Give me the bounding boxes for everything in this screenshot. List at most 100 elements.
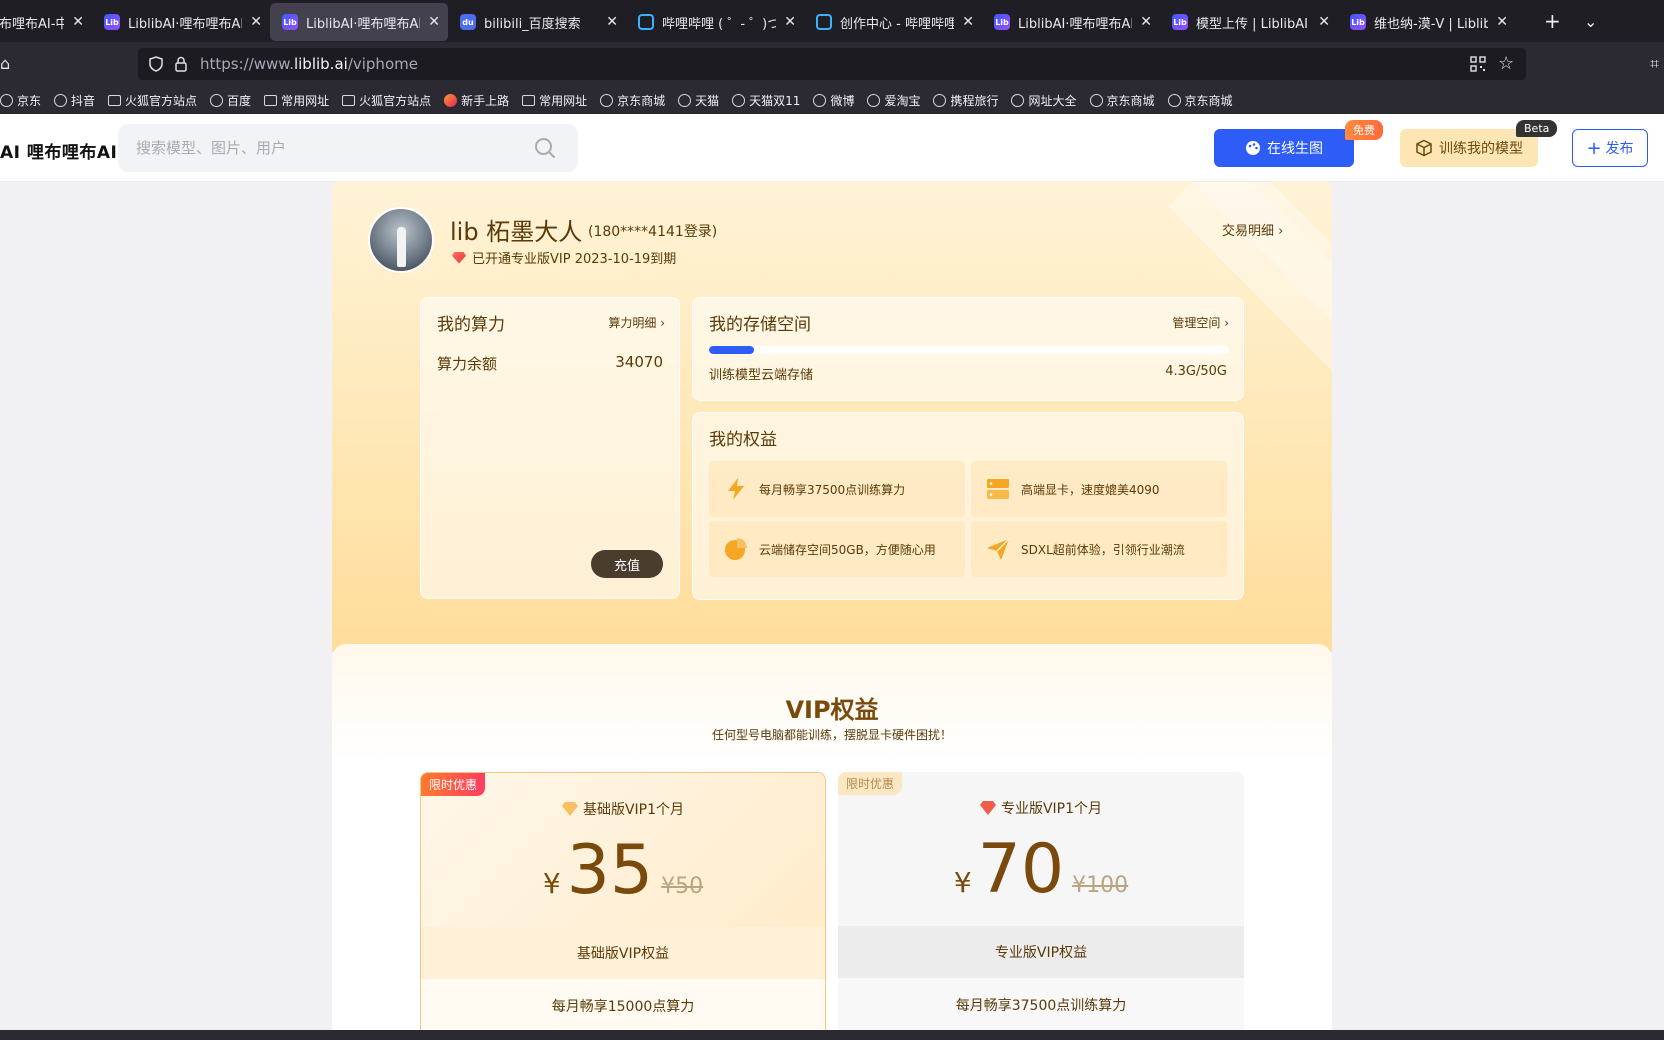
folder-icon	[264, 94, 278, 106]
storage-title: 我的存储空间	[709, 315, 811, 335]
publish-button[interactable]: + 发布	[1572, 129, 1648, 167]
search-box[interactable]	[118, 124, 578, 172]
bookmark-folder[interactable]: 常用网址	[522, 92, 587, 109]
browser-tab-active[interactable]: Lib LiblibAI·哩布哩布AI - 中 ✕	[270, 3, 448, 41]
recharge-button[interactable]: 充值	[591, 550, 663, 578]
tab-close-icon[interactable]: ✕	[250, 14, 262, 30]
avatar[interactable]	[368, 207, 434, 273]
lock-icon[interactable]	[174, 56, 188, 72]
bookmark-item[interactable]: 微博	[813, 92, 854, 109]
tab-title: LiblibAI·哩布哩布AI - 中	[306, 16, 420, 32]
browser-tab[interactable]: 创作中心 - 哔哩哔哩弹 ✕	[804, 3, 982, 41]
site-logo[interactable]: AI 哩布哩布AI	[0, 138, 117, 163]
plan-benefit-row: 每月畅享15000点算力	[421, 979, 825, 1033]
tab-list-button[interactable]: ⌄	[1584, 0, 1597, 42]
bookmark-star-icon[interactable]: ☆	[1498, 53, 1514, 74]
bookmark-item[interactable]: 京东	[0, 92, 41, 109]
globe-icon	[678, 93, 692, 107]
paper-plane-icon	[987, 538, 1010, 560]
plan-benefit-row: 每月畅享37500点训练算力	[838, 978, 1244, 1032]
bilibili-favicon-icon	[816, 14, 832, 30]
tab-close-icon[interactable]: ✕	[606, 14, 618, 30]
bookmark-folder[interactable]: 火狐官方站点	[108, 92, 197, 109]
globe-icon	[813, 93, 827, 107]
currency-symbol: ¥	[953, 866, 972, 899]
tab-close-icon[interactable]: ✕	[72, 14, 84, 30]
limited-offer-tag: 限时优惠	[838, 772, 903, 795]
plan-name: 基础版VIP1个月	[421, 799, 825, 819]
browser-tab-strip: 哩布哩布AI-中 ✕ Lib LiblibAI·哩布哩布AI - 中 ✕ Lib…	[0, 0, 1664, 42]
compute-details-link[interactable]: 算力明细 ›	[608, 314, 665, 331]
search-input[interactable]	[136, 137, 516, 159]
tab-title: 哩布哩布AI-中	[0, 16, 64, 32]
bookmark-item[interactable]: 抖音	[54, 92, 95, 109]
browser-tab[interactable]: Lib 维也纳-漠-V | LiblibAI ✕	[1338, 3, 1516, 41]
new-tab-button[interactable]: +	[1544, 0, 1561, 42]
url-text[interactable]: https://www.liblib.ai/viphome	[200, 55, 418, 73]
plan-card-pro[interactable]: 限时优惠 专业版VIP1个月 ¥ 70 ¥100 专业版VIP权益 每月畅享37…	[838, 772, 1244, 1040]
bookmark-item[interactable]: 携程旅行	[933, 92, 998, 109]
original-price: ¥50	[661, 874, 704, 899]
bookmark-item[interactable]: 网址大全	[1011, 92, 1077, 109]
diamond-icon	[979, 801, 996, 815]
chevron-right-icon: ›	[660, 316, 665, 330]
storage-label: 训练模型云端存储	[709, 368, 814, 383]
qr-code-icon[interactable]	[1470, 56, 1486, 72]
extension-icon[interactable]: ⌗	[1650, 54, 1659, 74]
tab-close-icon[interactable]: ✕	[962, 14, 974, 30]
right-item: SDXL超前体验，引领行业潮流	[971, 521, 1227, 577]
tab-close-icon[interactable]: ✕	[784, 14, 796, 30]
plan-benefits-header: 专业版VIP权益	[838, 926, 1244, 978]
browser-tab[interactable]: 哩布哩布AI-中 ✕	[0, 3, 92, 41]
plan-name: 专业版VIP1个月	[838, 798, 1244, 818]
original-price: ¥100	[1072, 873, 1129, 898]
diamond-icon	[561, 802, 578, 816]
bookmark-folder[interactable]: 火狐官方站点	[342, 92, 431, 109]
bookmark-item[interactable]: 新手上路	[444, 92, 509, 109]
shield-icon[interactable]	[148, 56, 164, 72]
liblib-favicon-icon: Lib	[104, 14, 120, 30]
vip-profile-panel: lib 柘墨大人 (180****4141登录) 已开通专业版VIP 2023-…	[332, 182, 1332, 652]
currency-symbol: ¥	[542, 867, 561, 900]
site-header: AI 哩布哩布AI 在线生图 免费 训练我的模型 Beta + 发布	[0, 114, 1664, 182]
liblib-favicon-icon: Lib	[994, 14, 1010, 30]
search-icon[interactable]	[534, 137, 556, 159]
beta-badge: Beta	[1516, 120, 1558, 137]
trade-details-link[interactable]: 交易明细 ›	[1222, 220, 1283, 239]
browser-tab[interactable]: Lib LiblibAI·哩布哩布AI - 中 ✕	[92, 3, 270, 41]
globe-icon	[732, 93, 746, 107]
bookmark-item[interactable]: 百度	[210, 92, 251, 109]
bookmark-item[interactable]: 爱淘宝	[867, 92, 920, 109]
browser-tab[interactable]: du bilibili_百度搜索 ✕	[448, 3, 626, 41]
chevron-right-icon: ›	[1278, 224, 1284, 239]
plus-icon: +	[1586, 137, 1602, 159]
tab-close-icon[interactable]: ✕	[1318, 14, 1330, 30]
manage-storage-link[interactable]: 管理空间 ›	[1172, 314, 1229, 331]
tab-title: 哔哩哔哩 ( ゜- ゜)つロ 干	[662, 16, 776, 32]
vip-benefits-section: VIP权益 任何型号电脑都能训练，摆脱显卡硬件困扰！ 限时优惠 基础版VIP1个…	[332, 644, 1332, 1040]
bookmark-item[interactable]: 天猫	[678, 92, 719, 109]
price-amount: 70	[977, 830, 1065, 909]
bookmark-item[interactable]: 京东商城	[1089, 92, 1155, 109]
bookmark-item[interactable]: 天猫双11	[732, 92, 800, 109]
bookmark-item[interactable]: 京东商城	[600, 92, 665, 109]
tab-close-icon[interactable]: ✕	[1496, 14, 1508, 30]
tab-close-icon[interactable]: ✕	[428, 14, 440, 30]
globe-icon	[933, 93, 947, 107]
browser-tab[interactable]: Lib LiblibAI·哩布哩布AI - 中 ✕	[982, 3, 1160, 41]
online-generate-button[interactable]: 在线生图	[1214, 129, 1354, 167]
tab-close-icon[interactable]: ✕	[1140, 14, 1152, 30]
globe-icon	[1089, 93, 1103, 107]
bookmark-item[interactable]: 京东商城	[1167, 92, 1233, 109]
bookmark-folder[interactable]: 常用网址	[264, 92, 329, 109]
home-icon[interactable]: ⌂	[0, 54, 10, 73]
plan-price: ¥ 35 ¥50	[421, 831, 825, 910]
browser-tab[interactable]: 哔哩哔哩 ( ゜- ゜)つロ 干 ✕	[626, 3, 804, 41]
plan-card-basic[interactable]: 限时优惠 基础版VIP1个月 ¥ 35 ¥50 基础版VIP权益 每月畅享150…	[420, 772, 826, 1040]
browser-nav-bar: ⌂ https://www.liblib.ai/viphome ☆ ⌗	[0, 42, 1664, 86]
storage-value: 4.3G/50G	[1165, 364, 1227, 379]
right-item: 云端储存空间50GB，方便随心用	[709, 521, 965, 577]
url-bar[interactable]: https://www.liblib.ai/viphome ☆	[138, 48, 1526, 80]
price-amount: 35	[566, 831, 654, 910]
browser-tab[interactable]: Lib 模型上传 | LiblibAI ✕	[1160, 3, 1338, 41]
